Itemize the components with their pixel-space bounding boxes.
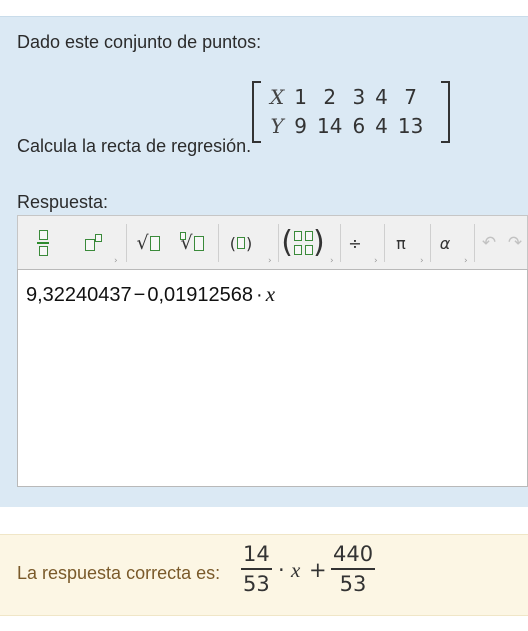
feedback-plus: + <box>309 558 327 582</box>
dropdown-caret-icon[interactable]: › <box>330 256 334 266</box>
answer-intercept: 9,32240437 <box>26 284 132 306</box>
nth-root-icon: √ <box>180 232 204 254</box>
question-prompt: Dado este conjunto de puntos: <box>17 32 262 52</box>
matrix-table: X 1 2 3 4 7 Y 9 14 6 4 13 <box>265 82 428 140</box>
dropdown-caret-icon[interactable]: › <box>114 256 118 266</box>
pi-button[interactable]: π <box>390 224 412 262</box>
matrix-x-value: 3 <box>352 84 366 109</box>
answer-minus: − <box>133 284 146 306</box>
matrix-row-x: X 1 2 3 4 7 <box>265 82 428 111</box>
matrix-left-bracket <box>252 81 261 143</box>
undo-icon: ↶ <box>481 233 497 253</box>
parentheses-button[interactable]: () <box>226 224 256 262</box>
nth-root-button[interactable]: √ <box>176 224 208 262</box>
feedback-panel: La respuesta correcta es: 14 53 · x + 44… <box>0 534 528 616</box>
matrix-x-value: 4 <box>375 84 388 109</box>
toolbar-divider <box>278 224 279 262</box>
slope-denominator: 53 <box>243 571 270 596</box>
question-instruction: Calcula la recta de regresión. <box>17 136 252 156</box>
toolbar-divider <box>340 224 341 262</box>
fraction-icon <box>37 230 49 256</box>
dropdown-caret-icon[interactable]: › <box>464 256 468 266</box>
divide-button[interactable]: ÷ <box>344 224 366 262</box>
matrix-icon: ( ) <box>281 225 325 260</box>
alpha-icon: α <box>439 233 451 253</box>
answer-label: Respuesta: <box>17 192 109 212</box>
dropdown-caret-icon[interactable]: › <box>420 256 424 266</box>
slope-numerator: 14 <box>243 542 270 566</box>
undo-button[interactable]: ↶ <box>478 224 500 262</box>
toolbar-divider <box>474 224 475 262</box>
math-editor: › √ √ () › () › ÷ › π › α › ↶ ↷ 9,32240… <box>17 215 528 487</box>
math-toolbar: › √ √ () › () › ÷ › π › α › ↶ ↷ <box>17 215 528 269</box>
slope-fraction: 14 53 <box>241 542 272 596</box>
matrix-x-label: X <box>270 84 285 109</box>
toolbar-divider <box>126 224 127 262</box>
matrix-button[interactable]: ( ) <box>281 224 325 262</box>
divide-icon: ÷ <box>348 233 362 253</box>
superscript-icon <box>83 233 103 253</box>
answer-input[interactable]: 9,32240437−0,01912568 · x <box>17 269 528 487</box>
matrix-y-value: 4 <box>375 113 388 138</box>
superscript-button[interactable] <box>80 224 106 262</box>
toolbar-divider <box>218 224 219 262</box>
matrix-y-value: 14 <box>316 113 343 138</box>
matrix-x-value: 2 <box>323 84 337 109</box>
matrix-y-value: 6 <box>352 113 366 138</box>
feedback-variable: x <box>291 558 301 582</box>
parentheses-icon: () <box>229 233 253 253</box>
sqrt-button[interactable]: √ <box>133 224 163 262</box>
fraction-button[interactable] <box>30 224 56 262</box>
dropdown-caret-icon[interactable]: › <box>268 256 272 266</box>
matrix-y-value: 13 <box>397 113 424 138</box>
sqrt-icon: √ <box>136 232 160 254</box>
intercept-fraction: 440 53 <box>331 542 376 596</box>
intercept-denominator: 53 <box>339 571 367 596</box>
matrix-y-label: Y <box>270 113 284 138</box>
feedback-label: La respuesta correcta es: <box>17 563 221 583</box>
answer-slope: 0,01912568 <box>147 284 254 306</box>
answer-variable: x <box>265 282 276 306</box>
matrix-row-y: Y 9 14 6 4 13 <box>265 111 428 140</box>
matrix-right-bracket <box>441 81 450 143</box>
answer-expression: 9,32240437−0,01912568 · x <box>26 282 275 307</box>
matrix-x-value: 1 <box>294 84 307 109</box>
redo-button[interactable]: ↷ <box>504 224 526 262</box>
matrix-y-value: 9 <box>294 113 307 138</box>
feedback-dot: · <box>278 558 285 582</box>
toolbar-divider <box>384 224 385 262</box>
greek-letters-button[interactable]: α <box>434 224 456 262</box>
data-matrix: X 1 2 3 4 7 Y 9 14 6 4 13 <box>252 81 450 143</box>
question-panel: Dado este conjunto de puntos: X 1 2 3 4 … <box>0 16 528 507</box>
pi-icon: π <box>396 233 406 253</box>
matrix-x-value: 7 <box>404 84 417 109</box>
intercept-numerator: 440 <box>333 542 374 566</box>
toolbar-divider <box>430 224 431 262</box>
answer-dot: · <box>256 284 263 306</box>
redo-icon: ↷ <box>507 233 523 253</box>
dropdown-caret-icon[interactable]: › <box>374 256 378 266</box>
